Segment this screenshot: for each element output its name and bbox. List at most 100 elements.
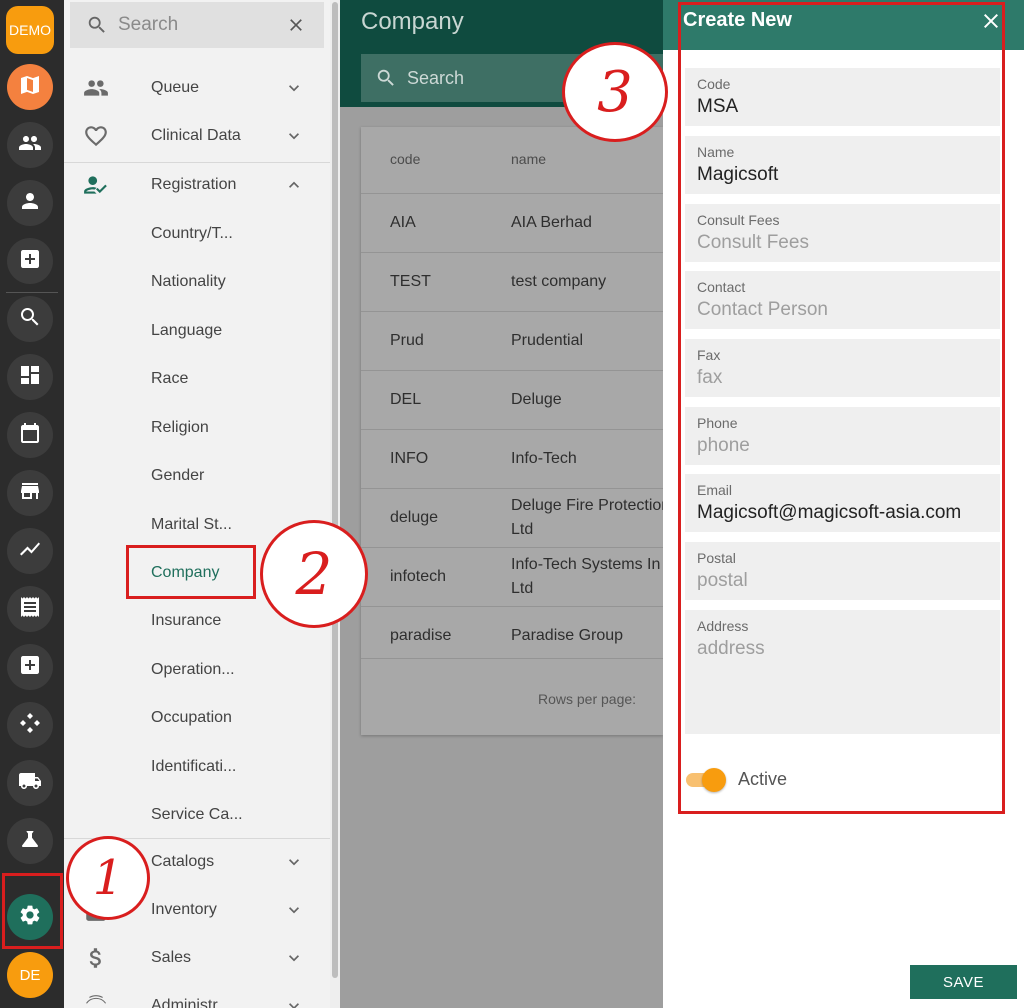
nav-section-label: Sales — [151, 949, 192, 966]
map-icon — [18, 73, 42, 102]
cell-name: Prudential — [511, 332, 584, 349]
truck-icon — [18, 769, 42, 798]
person-check-icon — [83, 172, 109, 198]
cell-name: test company — [511, 273, 607, 290]
people-icon — [83, 75, 109, 101]
scrollbar-thumb[interactable] — [332, 2, 338, 978]
cell-name: Deluge Fire Protection Ltd — [511, 497, 663, 538]
chevron-down-icon — [284, 852, 304, 872]
rail-store-button[interactable] — [7, 470, 53, 516]
rail-divider — [6, 292, 58, 293]
table-row[interactable]: DEL Deluge — [361, 370, 663, 429]
nav-section-label: Clinical Data — [151, 127, 241, 144]
cell-name: Info-Tech Systems In Ltd — [511, 556, 661, 597]
save-button[interactable]: SAVE — [910, 965, 1017, 999]
search-placeholder[interactable]: Search — [407, 68, 464, 89]
table-row[interactable]: AIA AIA Berhad — [361, 193, 663, 252]
nav-item-nationality[interactable]: Nationality — [151, 270, 226, 294]
table-row[interactable]: deluge Deluge Fire Protection Ltd — [361, 488, 663, 547]
page-title: Company — [361, 8, 464, 35]
nav-section-label: Inventory — [151, 901, 217, 918]
table-row[interactable]: TEST test company — [361, 252, 663, 311]
chevron-up-icon — [284, 175, 304, 195]
company-table: code name AIA AIA Berhad TEST test compa… — [361, 127, 663, 735]
nav-search-bar[interactable]: Search — [70, 2, 324, 48]
cell-name: Deluge — [511, 391, 562, 408]
table-row[interactable]: infotech Info-Tech Systems In Ltd — [361, 547, 663, 606]
rail-people-button[interactable] — [7, 122, 53, 168]
rail-person-button[interactable] — [7, 180, 53, 226]
rows-per-page-label: Rows per page: — [538, 691, 637, 707]
table-footer: Rows per page: — [361, 658, 663, 735]
rail-truck-button[interactable] — [7, 760, 53, 806]
nav-section-label: Registration — [151, 176, 237, 193]
chevron-down-icon — [284, 996, 304, 1008]
annotation-box-company — [126, 545, 256, 599]
chevron-down-icon — [284, 948, 304, 968]
nav-item-marital-status[interactable]: Marital St... — [151, 513, 232, 537]
nav-item-insurance[interactable]: Insurance — [151, 609, 221, 633]
cell-code: TEST — [390, 273, 431, 290]
rail-flask-button[interactable] — [7, 818, 53, 864]
rail-calendar-button[interactable] — [7, 412, 53, 458]
annotation-step-3: 3 — [562, 42, 668, 142]
table-row[interactable]: Prud Prudential — [361, 311, 663, 370]
cell-code: Prud — [390, 332, 424, 349]
nav-item-identification[interactable]: Identificati... — [151, 755, 236, 779]
search-icon — [18, 305, 42, 334]
cell-name: Paradise Group — [511, 627, 624, 644]
nav-divider — [64, 162, 330, 163]
main-content: Company Search code name AIA AIA Berhad … — [340, 0, 663, 1008]
nav-item-religion[interactable]: Religion — [151, 416, 209, 440]
fingerprint-icon — [83, 993, 109, 1008]
rail-receipt-button[interactable] — [7, 586, 53, 632]
user-avatar[interactable]: DE — [7, 952, 53, 998]
search-icon — [86, 14, 108, 36]
people-icon — [18, 131, 42, 160]
chevron-down-icon — [284, 126, 304, 146]
search-icon — [375, 67, 397, 89]
column-header-code[interactable]: code — [390, 151, 420, 167]
nav-section-clinical-data[interactable]: Clinical Data — [64, 116, 330, 156]
nav-item-language[interactable]: Language — [151, 319, 222, 343]
rail-medical-button[interactable] — [7, 238, 53, 284]
demo-badge[interactable]: DEMO — [6, 6, 54, 54]
nav-item-race[interactable]: Race — [151, 367, 188, 391]
annotation-step-1: 1 — [66, 836, 150, 920]
cell-name: AIA Berhad — [511, 214, 592, 231]
store-icon — [18, 479, 42, 508]
rail-dashboard-button[interactable] — [7, 354, 53, 400]
nav-section-queue[interactable]: Queue — [64, 68, 330, 108]
calendar-icon — [18, 421, 42, 450]
nav-section-administration[interactable]: Administr... — [64, 986, 330, 1008]
nav-scrollbar[interactable] — [330, 0, 340, 1008]
table-row[interactable]: INFO Info-Tech — [361, 429, 663, 488]
rail-map-button[interactable] — [7, 64, 53, 110]
cell-code: deluge — [390, 509, 439, 526]
close-icon[interactable] — [286, 15, 306, 35]
nav-section-registration[interactable]: Registration — [64, 165, 330, 205]
cell-code: DEL — [390, 391, 422, 408]
cell-code: infotech — [390, 568, 447, 585]
nav-item-service-category[interactable]: Service Ca... — [151, 803, 243, 827]
nav-item-country[interactable]: Country/T... — [151, 222, 233, 246]
nav-item-operation[interactable]: Operation... — [151, 658, 235, 682]
rail-medical-button-2[interactable] — [7, 644, 53, 690]
person-icon — [18, 189, 42, 218]
app-icon-rail: DEMO DE — [0, 0, 64, 1008]
medical-plus-icon — [18, 247, 42, 276]
column-header-name[interactable]: name — [511, 151, 546, 167]
rail-hub-button[interactable] — [7, 702, 53, 748]
nav-item-gender[interactable]: Gender — [151, 464, 204, 488]
table-row[interactable]: paradise Paradise Group — [361, 606, 663, 665]
nav-section-sales[interactable]: Sales — [64, 938, 330, 978]
rail-search-button[interactable] — [7, 296, 53, 342]
rail-trending-button[interactable] — [7, 528, 53, 574]
cell-name: Info-Tech — [511, 450, 577, 467]
annotation-box-settings — [2, 873, 63, 949]
cell-code: paradise — [390, 627, 452, 644]
annotation-step-2: 2 — [260, 520, 368, 628]
chevron-down-icon — [284, 900, 304, 920]
nav-item-occupation[interactable]: Occupation — [151, 706, 232, 730]
nav-search-placeholder[interactable]: Search — [118, 14, 286, 36]
